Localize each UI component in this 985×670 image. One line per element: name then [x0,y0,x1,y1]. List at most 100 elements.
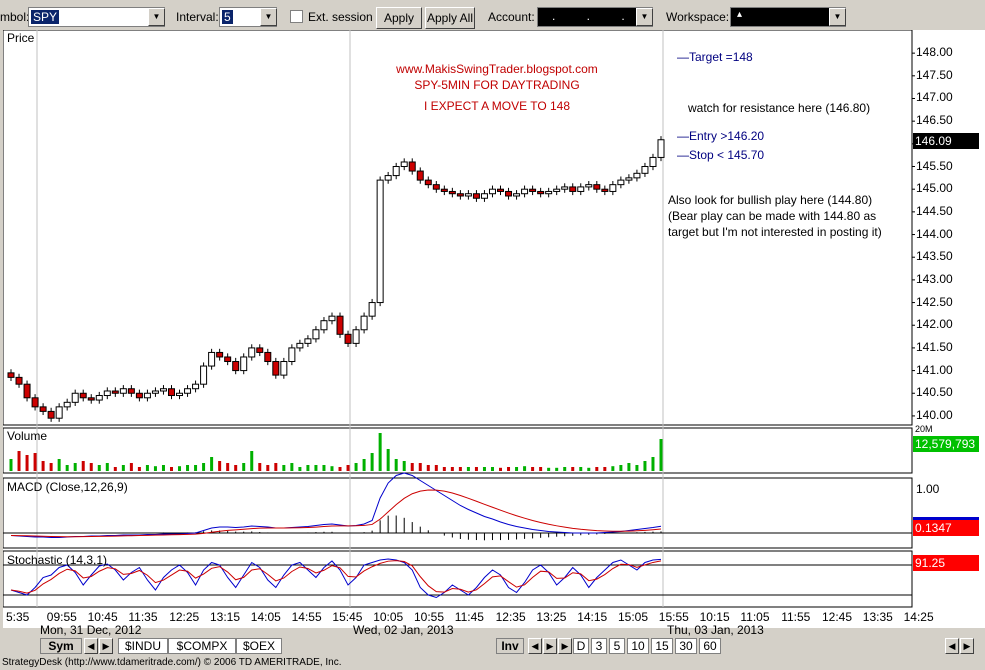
candle-body [216,351,224,358]
candle-body [601,188,609,192]
candle-body [119,388,127,394]
time-tick-label: 13:25 [536,610,567,624]
candle-body [633,172,641,179]
volume-bar [531,467,535,471]
candle-body [432,184,440,190]
chevron-down-icon[interactable]: ▼ [829,8,846,26]
chevron-down-icon[interactable]: ▼ [148,8,165,26]
chevron-down-icon[interactable]: ▼ [636,8,653,26]
volume-bar [619,465,623,471]
volume-bar [458,467,462,471]
macd-value-badge: 0.1347 [913,520,979,536]
volume-panel-label: Volume [7,429,48,443]
status-bar: StrategyDesk (http://www.tdameritrade.co… [0,656,985,670]
candle-body [561,186,569,190]
next-arrow-icon[interactable]: ▶ [960,638,974,654]
interval-value[interactable]: 5 [222,10,233,24]
volume-bar [611,466,615,471]
interval-label: Interval: [176,10,219,24]
candle-body [609,184,617,192]
time-tick-label: 14:15 [577,610,608,624]
watermark-text: www.MakisSwingTrader.blogspot.com [396,62,598,76]
candle-body [176,392,184,397]
prev-arrow-icon[interactable]: ◀ [84,638,98,654]
candle-body [143,392,151,399]
next-arrow-icon[interactable]: ▶ [99,638,113,654]
interval-combo[interactable]: 5 ▼ [219,7,277,27]
period-tab[interactable]: D [573,638,589,654]
candle-body [480,193,488,199]
time-tick-label: 15:45 [332,610,363,624]
volume-bar [579,467,583,471]
candle-body [296,342,304,349]
price-tick-label: 148.00 [916,45,953,60]
symbol-value[interactable]: SPY [31,10,60,24]
price-tick-label: 144.50 [916,203,953,218]
time-tick-label: 14:05 [250,610,281,624]
volume-bar [370,453,374,471]
next-arrow-icon[interactable]: ▶ [558,638,572,654]
ext-session-checkbox[interactable] [290,10,303,23]
expectation-text: I EXPECT A MOVE TO 148 [423,99,571,113]
price-tick-label: 142.50 [916,294,953,309]
apply-all-button[interactable]: Apply All [425,7,475,29]
candle-body [312,329,320,340]
chevron-down-icon[interactable]: ▼ [260,8,277,26]
volume-bar [523,466,527,471]
inv-tab[interactable]: Inv [496,638,524,654]
chart-area[interactable]: Price www.MakisSwingTrader.blogspot.com … [3,30,985,628]
candle-body [15,376,23,385]
period-tab[interactable]: 15 [651,638,673,654]
tab-oex[interactable]: $OEX [236,638,282,654]
workspace-combo[interactable]: ▴ ▼ [730,7,846,27]
price-panel-label: Price [7,31,35,45]
tab-indu[interactable]: $INDU [118,638,168,654]
candle-body [280,361,288,376]
candle-body [424,179,432,186]
volume-bar [499,467,503,471]
time-tick-label: 10:45 [87,610,118,624]
next-arrow-icon[interactable]: ▶ [543,638,557,654]
period-tab[interactable]: 10 [627,638,649,654]
volume-bar [490,467,494,471]
period-tab[interactable]: 30 [675,638,697,654]
time-tick-label: 10:55 [414,610,445,624]
volume-bar [153,466,157,471]
volume-bar [394,459,398,471]
price-tick-label: 144.00 [916,226,953,241]
period-tab[interactable]: 60 [699,638,721,654]
volume-value-badge: 12,579,793 [913,436,979,452]
workspace-value[interactable]: ▴ [737,9,742,20]
target-annotation: —Target =148 [677,50,753,64]
volume-bar [603,467,607,471]
account-combo[interactable]: . . . . ▼ [537,7,653,37]
period-tab[interactable]: 5 [609,638,625,654]
volume-bar [386,449,390,471]
target-text: Target =148 [689,50,753,64]
macd-panel-border [3,477,913,549]
volume-bar [450,467,454,471]
entry-text: Entry >146.20 [689,129,765,143]
volume-bar [571,467,575,471]
apply-button[interactable]: Apply [376,7,422,29]
volume-bar [338,467,342,471]
sym-tab[interactable]: Sym [40,638,82,654]
candle-body [569,186,577,192]
prev-arrow-icon[interactable]: ◀ [528,638,542,654]
candle-body [553,188,561,192]
volume-bar [378,433,382,471]
symbol-combo[interactable]: SPY ▼ [28,7,165,27]
volume-bar [186,465,190,471]
volume-scale: 20M [915,424,933,434]
candle-body [488,188,496,195]
volume-bar [89,463,93,471]
volume-bar [426,465,430,471]
prev-arrow-icon[interactable]: ◀ [945,638,959,654]
period-tab[interactable]: 3 [591,638,607,654]
tab-compx[interactable]: $COMPX [168,638,236,654]
candle-body [272,361,280,376]
time-tick-label: 13:35 [862,610,893,624]
volume-bar [539,467,543,471]
volume-bar [202,463,206,471]
chart-svg[interactable] [3,30,985,628]
